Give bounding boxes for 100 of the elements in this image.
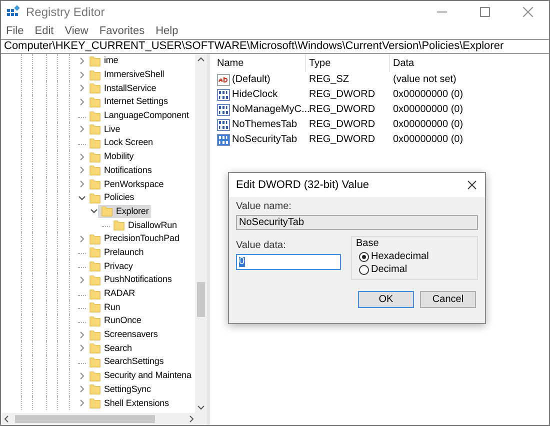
tree-item[interactable]: PenWorkspace [86, 178, 166, 191]
chevron-right-icon[interactable] [78, 125, 86, 134]
tree-item[interactable]: Live [86, 122, 122, 136]
tree-item[interactable]: Security and Maintena [86, 369, 194, 382]
string-value-icon [217, 74, 230, 86]
value-type: REG_DWORD [308, 120, 376, 130]
radio-label: Decimal [371, 265, 408, 275]
folder-icon [89, 110, 101, 122]
radio-button[interactable] [359, 252, 369, 262]
chevron-right-icon[interactable] [78, 56, 86, 65]
scroll-thumb[interactable] [197, 282, 205, 317]
folder-icon [89, 123, 101, 136]
chevron-down-icon[interactable] [78, 194, 86, 202]
value-name[interactable]: NoThemesTab [232, 120, 298, 130]
chevron-right-icon[interactable] [78, 399, 86, 408]
folder-icon [89, 342, 101, 354]
tree-item[interactable]: Policies [86, 191, 136, 204]
tree-item[interactable]: Mobility [86, 150, 136, 164]
dialog-title: Edit DWORD (32-bit) Value [236, 178, 370, 193]
value-name[interactable]: NoManageMyC... [232, 104, 310, 114]
tree-item[interactable]: SettingSync [86, 382, 153, 396]
tree-item[interactable]: PushNotifications [86, 273, 174, 286]
tree-item[interactable]: RADAR [86, 287, 138, 300]
binary-value-icon [217, 104, 230, 116]
radio-button[interactable] [359, 265, 369, 275]
value-type: REG_DWORD [308, 90, 376, 100]
vertical-scrollbar[interactable] [195, 54, 207, 413]
folder-icon [89, 274, 101, 286]
field-label: Value data: [236, 241, 287, 251]
tree-item[interactable]: Shell Extensions [86, 396, 171, 410]
folder-icon [113, 219, 125, 232]
binary-value-icon [217, 118, 230, 130]
tree-item[interactable]: Privacy [86, 260, 135, 273]
folder-icon [89, 246, 101, 258]
value-data-field[interactable]: 0 [236, 254, 341, 270]
dialog-button[interactable]: OK [358, 291, 414, 308]
chevron-right-icon[interactable] [78, 276, 86, 284]
tree-item[interactable]: RunOnce [86, 314, 144, 328]
column-header[interactable]: Data [390, 54, 549, 72]
chevron-right-icon[interactable] [78, 234, 86, 243]
column-header[interactable]: Name [214, 54, 306, 72]
radio-label: Hexadecimal [371, 252, 429, 262]
chevron-right-icon[interactable] [78, 98, 86, 106]
chevron-right-icon[interactable] [78, 152, 86, 161]
tree-item[interactable]: PrecisionTouchPad [86, 232, 182, 246]
value-data: 0x00000000 (0) [392, 134, 464, 144]
chevron-right-icon[interactable] [78, 166, 86, 174]
tree-item[interactable]: Search [86, 342, 134, 355]
tree-item[interactable]: DisallowRun [110, 218, 179, 232]
chevron-right-icon[interactable] [78, 372, 86, 380]
value-name[interactable]: (Default) [232, 74, 270, 84]
value-name[interactable]: NoSecurityTab [232, 134, 298, 144]
menu-item[interactable]: File [6, 26, 24, 36]
value-type: REG_SZ [308, 74, 350, 84]
menu-item[interactable]: Help [156, 26, 178, 36]
tree-item[interactable]: InstallService [86, 82, 158, 95]
folder-icon [89, 328, 101, 341]
menu-item[interactable]: View [64, 26, 88, 36]
menu-item[interactable]: Edit [34, 26, 54, 36]
folder-icon [89, 260, 101, 272]
tree-item[interactable]: Explorer [98, 204, 151, 218]
folder-icon [89, 82, 101, 94]
tree-item[interactable]: LanguageComponent [86, 109, 191, 122]
column-header[interactable]: Type [306, 54, 390, 72]
dialog-button[interactable]: Cancel [420, 291, 476, 308]
tree-item[interactable]: Lock Screen [86, 136, 155, 150]
tree-item[interactable]: ime [86, 54, 120, 68]
address-bar[interactable]: Computer\HKEY_CURRENT_USER\SOFTWARE\Microsoft\Windows\CurrentVersion\Policies\Explorer [1, 39, 549, 54]
folder-icon [89, 301, 101, 314]
menu-item[interactable]: Favorites [99, 26, 145, 36]
value-name[interactable]: HideClock [232, 90, 278, 100]
maximize-icon [480, 7, 490, 17]
chevron-right-icon[interactable] [78, 344, 86, 352]
chevron-right-icon[interactable] [78, 180, 86, 188]
chevron-right-icon[interactable] [78, 84, 86, 92]
folder-icon [89, 370, 101, 382]
chevron-right-icon[interactable] [78, 70, 86, 79]
binary-value-icon [217, 134, 230, 146]
chevron-right-icon[interactable] [78, 385, 86, 394]
group-label: Base [356, 239, 380, 249]
folder-icon [89, 314, 101, 327]
tree-item[interactable]: Run [86, 300, 122, 314]
value-name-field[interactable]: NoSecurityTab [236, 215, 478, 230]
chevron-right-icon[interactable] [78, 330, 86, 339]
chevron-down-icon[interactable] [90, 207, 98, 216]
horizontal-scrollbar[interactable] [1, 413, 207, 425]
tree-item[interactable]: Prelaunch [86, 246, 146, 259]
tree-item[interactable]: SearchSettings [86, 355, 166, 368]
close-button[interactable] [465, 178, 479, 192]
tree-item[interactable]: ImmersiveShell [86, 68, 166, 82]
tree-item[interactable]: Internet Settings [86, 95, 170, 108]
folder-icon [89, 232, 101, 245]
value-data: 0x00000000 (0) [392, 120, 464, 130]
tree-item[interactable]: Notifications [86, 164, 154, 177]
window-title: Registry Editor [26, 4, 105, 21]
tree-item[interactable]: Screensavers [86, 328, 160, 342]
scroll-thumb[interactable] [15, 415, 155, 423]
folder-icon [89, 54, 101, 67]
folder-icon [89, 178, 101, 190]
folder-icon [89, 397, 101, 410]
